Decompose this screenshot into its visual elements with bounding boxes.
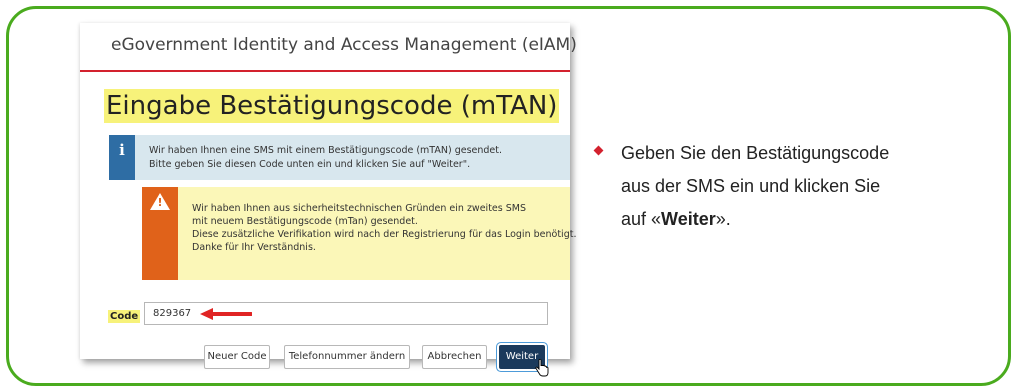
instruction-line-2: aus der SMS ein und klicken Sie [621, 176, 881, 196]
warning-line-2: mit neuem Bestätigungscode (mTan) gesend… [192, 216, 418, 227]
info-icon: i [109, 135, 135, 180]
warning-stripe: ! [142, 187, 178, 280]
instruction-line-3-prefix: auf « [621, 209, 662, 229]
hand-cursor-icon [535, 359, 549, 377]
page-title: Eingabe Bestätigungscode (mTAN) [104, 89, 560, 123]
instruction-line-1: Geben Sie den Bestätigungscode [621, 143, 890, 163]
warning-message: ! Wir haben Ihnen aus sicherheitstechnis… [142, 187, 576, 280]
warning-icon-mark: ! [157, 196, 163, 209]
instruction-line-3-suffix: ». [715, 209, 731, 229]
instruction-weiter-emphasis: Weiter [661, 209, 716, 229]
warning-message-text: Wir haben Ihnen aus sicherheitstechnisch… [192, 202, 576, 254]
warning-line-1: Wir haben Ihnen aus sicherheitstechnisch… [192, 203, 526, 214]
warning-line-4: Danke für Ihr Verständnis. [192, 242, 316, 253]
code-label: Code [108, 310, 141, 323]
cancel-button[interactable]: Abbrechen [422, 345, 487, 369]
app-title: eGovernment Identity and Access Manageme… [111, 35, 577, 55]
instruction-text: Geben Sie den Bestätigungscode aus der S… [621, 137, 981, 236]
change-phone-button[interactable]: Telefonnummer ändern [284, 345, 410, 369]
info-message-text: Wir haben Ihnen eine SMS mit einem Bestä… [149, 144, 502, 172]
header-divider [80, 70, 570, 72]
new-code-button[interactable]: Neuer Code [204, 345, 270, 369]
eiam-screenshot-card: eGovernment Identity and Access Manageme… [80, 23, 577, 377]
red-arrow-icon [200, 308, 252, 320]
info-line-2: Bitte geben Sie diesen Code unten ein un… [149, 159, 471, 170]
instruction-line-3: auf «Weiter». [621, 203, 981, 236]
warning-line-3: Diese zusätzliche Verifikation wird nach… [192, 229, 577, 240]
info-line-1: Wir haben Ihnen eine SMS mit einem Bestä… [149, 145, 503, 156]
info-message: i Wir haben Ihnen eine SMS mit einem Bes… [109, 135, 570, 180]
